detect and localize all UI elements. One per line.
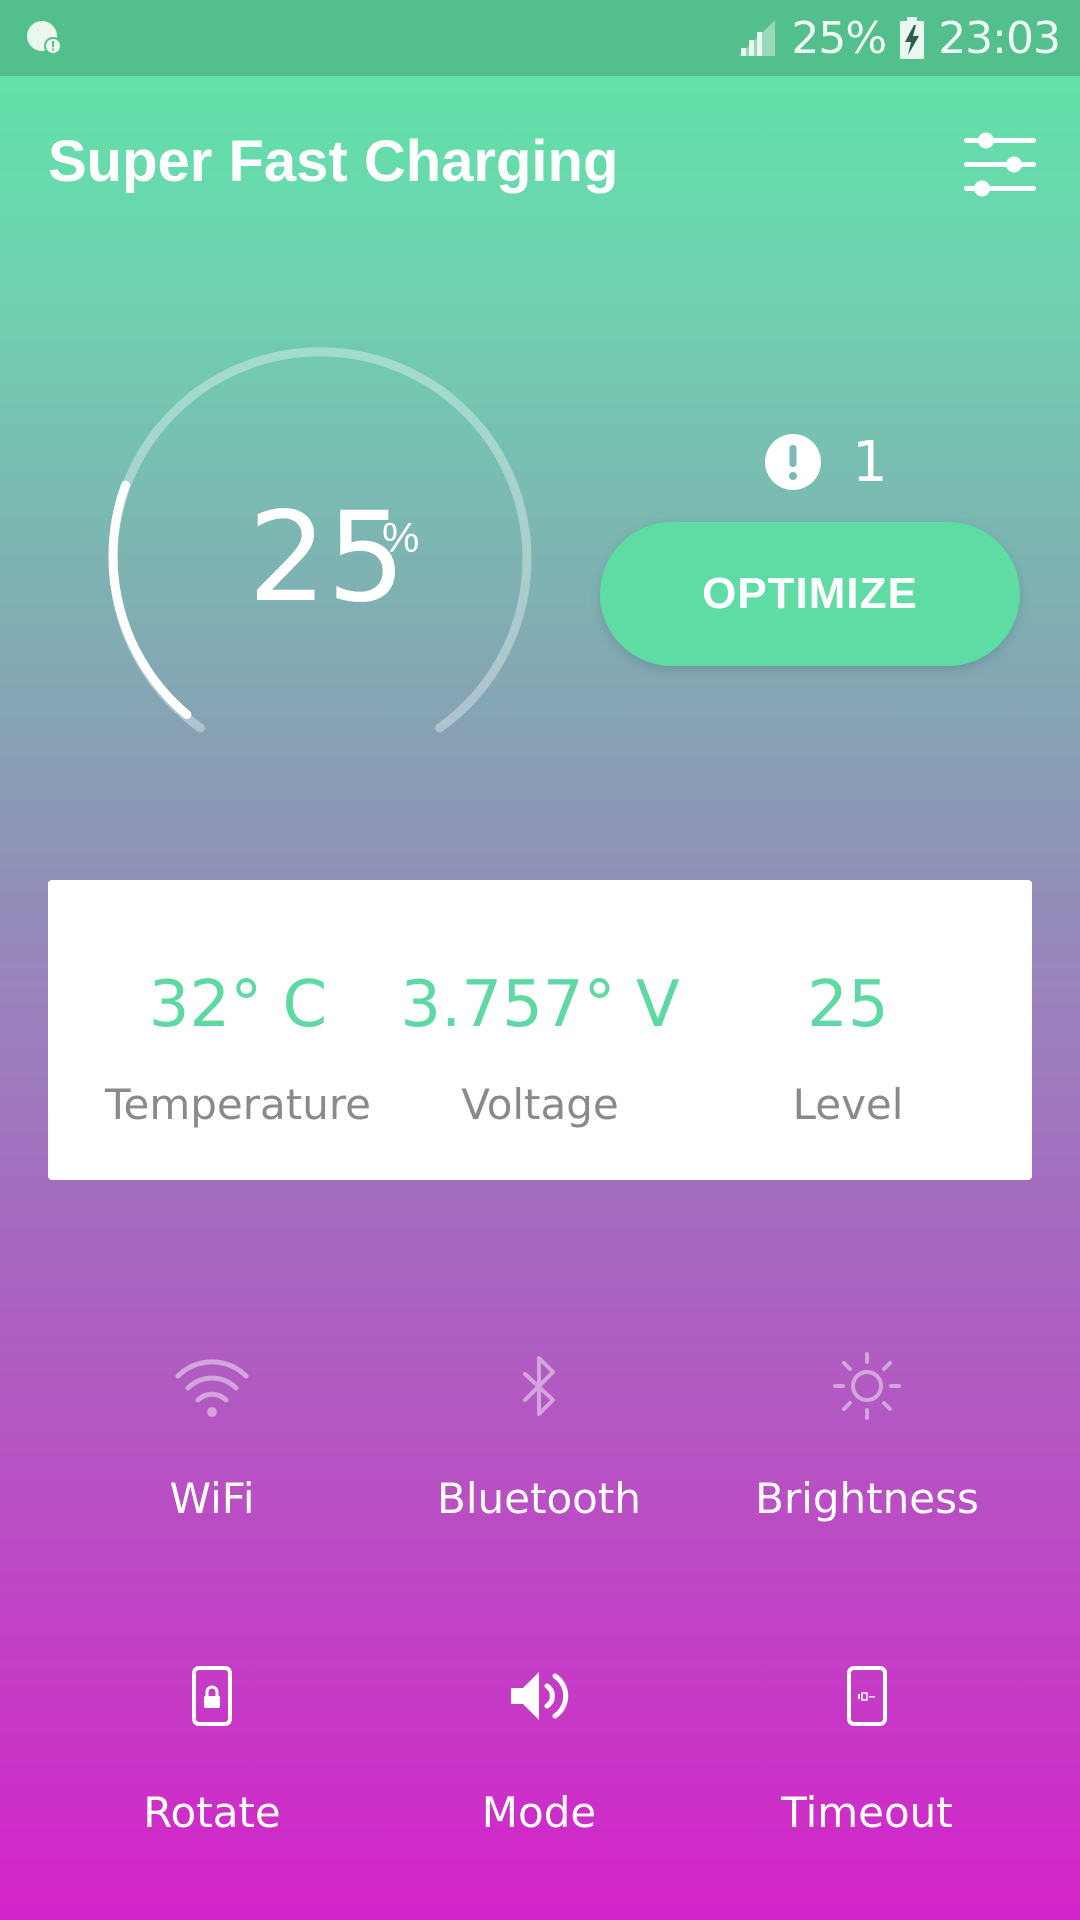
app-title: Super Fast Charging [48, 129, 619, 194]
battery-stats-card: 32° C Temperature 3.757° V Voltage 25 Le… [48, 880, 1032, 1180]
battery-charging-icon [900, 17, 925, 59]
mode-label: Mode [481, 1788, 597, 1837]
voltage-stat: 3.757° V Voltage [390, 880, 690, 1180]
app-header: Super Fast Charging [0, 76, 1080, 246]
level-stat: 25 Level [698, 880, 998, 1180]
notification-alert-icon [27, 21, 62, 55]
level-value: 25 [807, 968, 889, 1042]
timeout-toggle[interactable]: Timeout [717, 1662, 1017, 1882]
timeout-label: Timeout [781, 1788, 953, 1837]
signal-icon [739, 20, 776, 56]
gauge-progress [108, 480, 192, 720]
mode-toggle[interactable]: Mode [389, 1662, 689, 1882]
battery-percent: 25% [791, 12, 887, 64]
voltage-value: 3.757° V [400, 968, 680, 1042]
battery-gauge: 25 % [100, 346, 540, 766]
temperature-label: Temperature [104, 1080, 372, 1129]
wifi-label: WiFi [169, 1474, 255, 1523]
rotate-label: Rotate [143, 1788, 281, 1837]
exclamation-circle-icon [765, 434, 821, 490]
speaker-icon [511, 1672, 569, 1720]
brightness-icon [833, 1352, 901, 1420]
sliders-icon[interactable] [960, 124, 1040, 204]
temperature-stat: 32° C Temperature [88, 880, 388, 1180]
voltage-label: Voltage [461, 1080, 619, 1129]
rotate-toggle[interactable]: Rotate [62, 1662, 362, 1882]
brightness-label: Brightness [755, 1474, 979, 1523]
clock: 23:03 [938, 12, 1061, 64]
wifi-toggle[interactable]: WiFi [62, 1348, 362, 1568]
issues-alert: 1 [764, 429, 888, 495]
brightness-toggle[interactable]: Brightness [717, 1348, 1017, 1568]
bluetooth-label: Bluetooth [437, 1474, 641, 1523]
bluetooth-icon [523, 1356, 555, 1416]
optimize-button[interactable]: OPTIMIZE [600, 522, 1020, 666]
bluetooth-toggle[interactable]: Bluetooth [389, 1348, 689, 1568]
rotate-lock-icon [192, 1666, 232, 1726]
issues-count: 1 [852, 429, 888, 495]
level-label: Level [792, 1080, 904, 1129]
status-bar: 25% 23:03 [0, 0, 1080, 76]
battery-level-unit: % [382, 514, 420, 561]
temperature-value: 32° C [148, 968, 328, 1042]
screen-timeout-icon [847, 1666, 887, 1726]
wifi-icon [175, 1359, 249, 1417]
